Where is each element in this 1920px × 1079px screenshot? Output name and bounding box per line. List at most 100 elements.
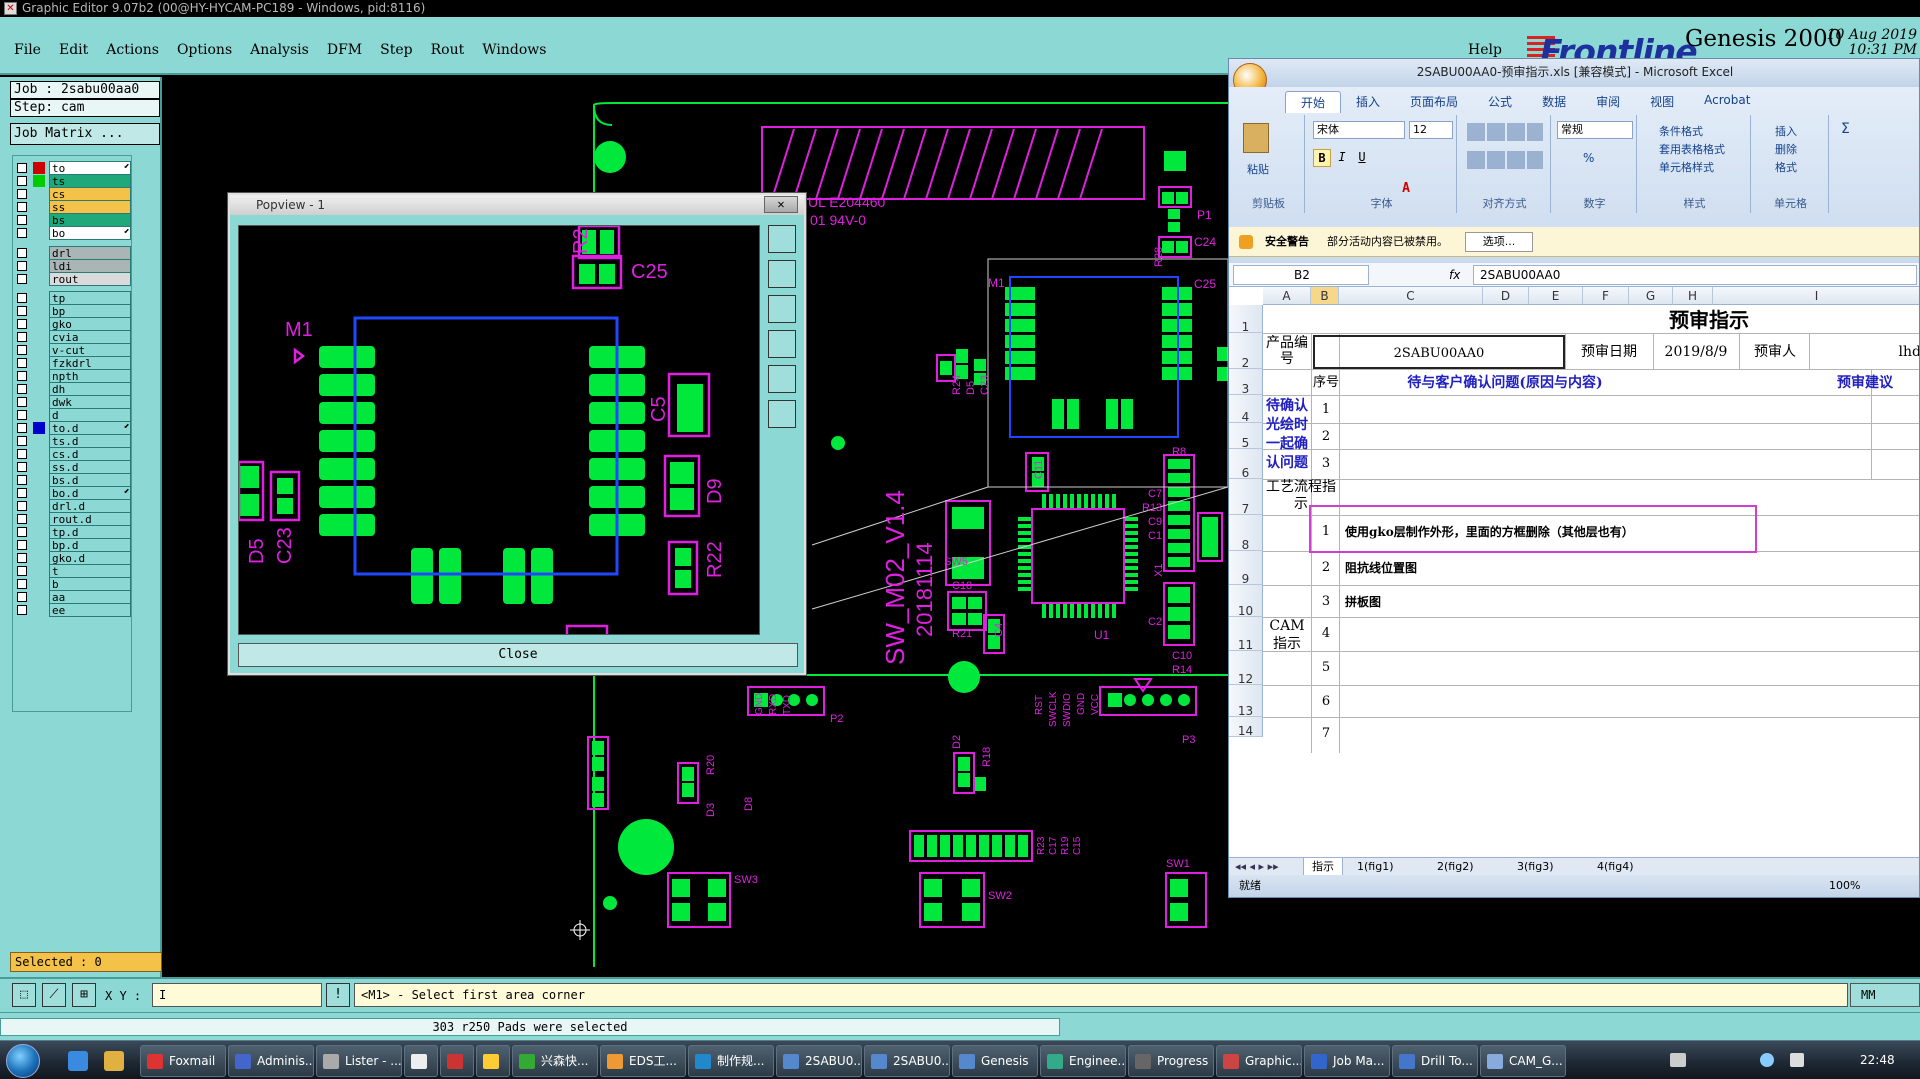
layer-row[interactable]: ee [13,602,133,618]
menu-edit[interactable]: Edit [59,40,88,60]
font-size-select[interactable]: 12 [1409,121,1453,139]
popview-pan-up-icon[interactable] [768,260,796,288]
format-cells-button[interactable]: 格式 [1775,159,1797,175]
layer-checkbox[interactable] [17,273,27,284]
taskbar-button[interactable]: CAM_G... [1480,1045,1566,1077]
worksheet-grid[interactable]: A B C D E F G H I 1 2 3 4 5 6 7 8 9 10 11 12 13 14 预审指示 产品编号 2SAB… [1229,287,1919,897]
layer-checkbox[interactable] [17,345,27,355]
menu-step[interactable]: Step [380,40,412,60]
layer-row[interactable]: bo ⬋ [13,225,133,241]
row-header[interactable]: 6 [1229,449,1263,480]
taskbar-button[interactable]: Enginee... [1040,1045,1126,1077]
tab-view[interactable]: 视图 [1635,91,1689,113]
column-header[interactable]: I [1713,287,1919,305]
insert-cells-button[interactable]: 插入 [1775,123,1797,139]
volume-icon[interactable] [1790,1053,1804,1067]
layer-checkbox[interactable] [17,176,27,186]
row-header[interactable]: 11 [1229,617,1263,652]
row-header[interactable]: 13 [1229,685,1263,718]
layer-checkbox[interactable] [17,423,27,433]
taskbar-button[interactable]: 兴森快... [512,1045,598,1077]
underline-icon[interactable]: U [1353,149,1371,167]
column-header[interactable]: B [1311,287,1339,305]
popview-fit-icon[interactable] [768,400,796,428]
column-header[interactable]: D [1483,287,1529,305]
column-header[interactable]: E [1529,287,1583,305]
menu-analysis[interactable]: Analysis [250,40,309,60]
layer-checkbox[interactable] [17,488,27,498]
taskbar-button[interactable]: Lister - ... [316,1045,402,1077]
popview-canvas[interactable]: M1 C25 R2 C5 D9 R22 D5 C23 [238,225,760,635]
layer-checkbox[interactable] [17,527,27,537]
layer-checkbox[interactable] [17,462,27,472]
taskbar-button[interactable]: 2SABU0... [776,1045,862,1077]
menu-file[interactable]: File [14,40,41,60]
conditional-format-button[interactable]: 条件格式 [1659,123,1703,139]
layer-checkbox[interactable] [17,247,27,258]
layer-checkbox[interactable] [17,371,27,381]
row-header[interactable]: 8 [1229,515,1263,552]
taskbar-button[interactable]: Genesis [952,1045,1038,1077]
menu-windows[interactable]: Windows [482,40,546,60]
layer-checkbox[interactable] [17,163,27,173]
layer-checkbox[interactable] [17,501,27,511]
cam-item[interactable]: 拼板图 [1345,585,1865,619]
popview-close-icon[interactable]: ✕ [764,196,798,213]
menu-dfm[interactable]: DFM [327,40,362,60]
column-header[interactable]: G [1629,287,1673,305]
layer-name[interactable]: rout [49,271,131,286]
layer-row[interactable]: rout [13,271,133,287]
align-row2-icons[interactable] [1467,151,1543,169]
function-icon[interactable]: fx [1449,265,1460,285]
snap-tool-icon[interactable]: ⊞ [72,983,96,1007]
product-value[interactable]: 2SABU00AA0 [1313,335,1565,369]
name-box[interactable]: B2 [1233,265,1369,285]
menu-actions[interactable]: Actions [106,40,159,60]
network-icon[interactable] [1760,1053,1774,1067]
select-tool-icon[interactable]: ⬚ [12,983,36,1007]
row-header[interactable]: 4 [1229,395,1263,424]
menu-rout[interactable]: Rout [431,40,465,60]
unit-selector[interactable]: MM [1850,983,1920,1007]
layer-checkbox[interactable] [17,475,27,485]
keyboard-icon[interactable] [1670,1053,1686,1067]
row-header[interactable]: 7 [1229,479,1263,516]
layer-checkbox[interactable] [17,260,27,271]
popview-pan-down-icon[interactable] [768,295,796,323]
layer-checkbox[interactable] [17,397,27,407]
taskbar-button[interactable]: 制作规... [688,1045,774,1077]
zoom-level[interactable]: 100% [1829,875,1860,897]
layer-checkbox[interactable] [17,358,27,368]
taskbar-button[interactable]: EDS工... [600,1045,686,1077]
popview-title-bar[interactable]: Popview - 1 [230,195,804,215]
sheet-tab-1[interactable]: 1(fig1) [1349,858,1402,875]
taskbar-button[interactable] [404,1045,438,1077]
taskbar-button[interactable] [476,1045,510,1077]
taskbar-button[interactable]: Job Ma... [1304,1045,1390,1077]
cell-style-button[interactable]: 单元格样式 [1659,159,1714,175]
layer-checkbox[interactable] [17,436,27,446]
column-header[interactable]: H [1673,287,1713,305]
taskbar-button[interactable]: Drill To... [1392,1045,1478,1077]
layer-checkbox[interactable] [17,306,27,316]
layer-checkbox[interactable] [17,540,27,550]
start-button-icon[interactable] [6,1044,40,1078]
popview-zoom-icon[interactable] [768,225,796,253]
paste-icon[interactable] [1243,123,1269,153]
clock[interactable]: 22:48 [1860,1053,1895,1067]
taskbar-button[interactable]: Progress [1128,1045,1214,1077]
percent-icon[interactable]: % [1583,151,1594,165]
sheet-tab-2[interactable]: 2(fig2) [1429,858,1482,875]
reviewer-value[interactable]: lhd [1811,335,1919,369]
menu-help[interactable]: Help [1468,40,1502,60]
column-header[interactable]: F [1583,287,1629,305]
layer-name[interactable]: ee [49,603,131,617]
explorer-icon[interactable] [104,1051,124,1071]
layer-checkbox[interactable] [17,592,27,602]
paste-label[interactable]: 粘贴 [1247,161,1269,177]
excel-title-bar[interactable]: 2SABU00AA0-预审指示.xls [兼容模式] - Microsoft E… [1229,59,1919,87]
font-name-select[interactable]: 宋体 [1313,121,1405,139]
layer-checkbox[interactable] [17,566,27,576]
taskbar-button[interactable]: Adminis... [228,1045,314,1077]
layer-checkbox[interactable] [17,514,27,524]
